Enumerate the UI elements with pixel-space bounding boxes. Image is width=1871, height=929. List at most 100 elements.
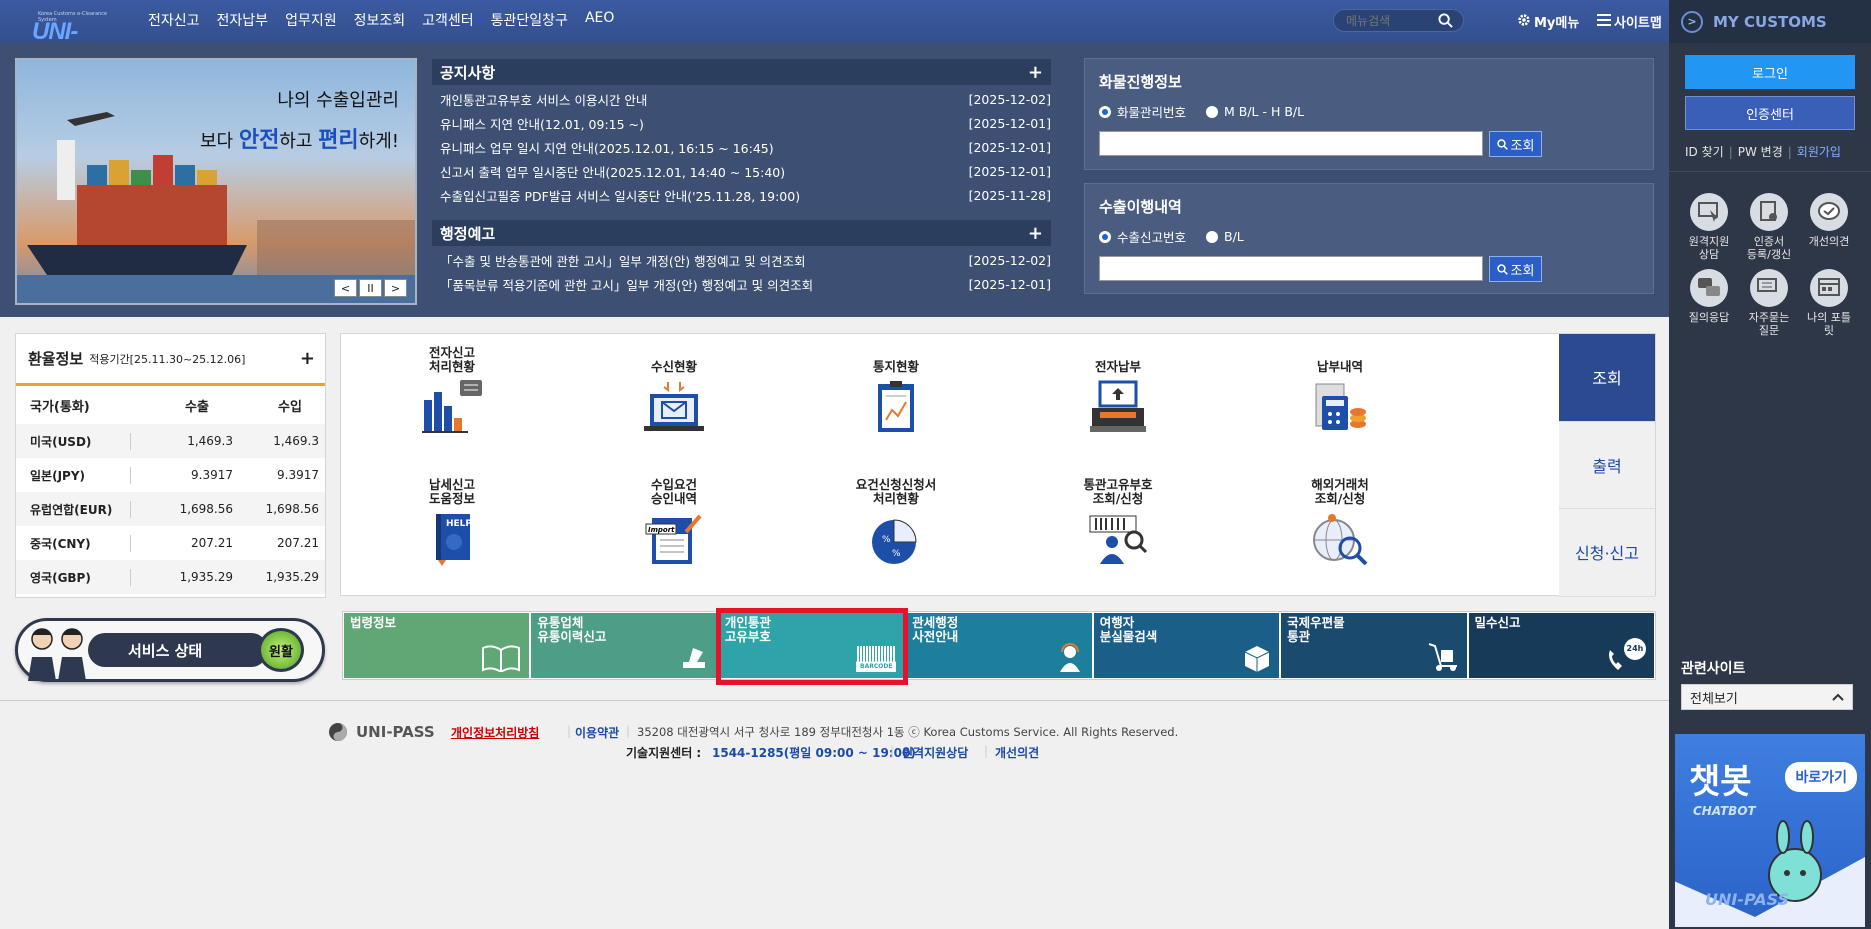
nav-item-aeo[interactable]: AEO	[585, 10, 614, 30]
signup-link[interactable]: 회원가입	[1797, 145, 1841, 159]
chatbot-go-button[interactable]: 바로가기	[1785, 762, 1857, 792]
nav-item-customer-center[interactable]: 고객센터	[422, 10, 474, 30]
remote-support-icon	[1698, 202, 1718, 222]
exchange-rate-more-button[interactable]: +	[300, 348, 315, 369]
svg-text:HELP: HELP	[446, 519, 472, 529]
rate-row: 중국(CNY) 207.21 207.21	[16, 526, 325, 560]
banner-next-button[interactable]: >	[384, 279, 407, 297]
tile-smuggling-report[interactable]: 밀수신고 24h	[1468, 613, 1654, 678]
tab-application[interactable]: 신청·신고	[1559, 509, 1655, 597]
admin-notice-header: 행정예고 +	[432, 220, 1051, 246]
qna-icon	[1698, 278, 1720, 296]
notice-item[interactable]: 개인통관고유부호 서비스 이용시간 안내 [2025-12-02]	[432, 87, 1051, 111]
service-receive-status[interactable]: 수신현황	[563, 334, 785, 465]
search-icon[interactable]	[1438, 13, 1453, 31]
exchange-rate-header: 환율정보 적용기간[25.11.30~25.12.06] +	[16, 334, 325, 386]
nav-item-e-payment[interactable]: 전자납부	[217, 10, 269, 30]
footer-logo: UNI-PASS	[328, 722, 435, 742]
open-book-icon	[482, 645, 521, 672]
quick-certificate[interactable]: 인증서 등록/갱신	[1739, 193, 1799, 261]
nav-item-single-window[interactable]: 통관단일창구	[491, 10, 568, 30]
notice-item[interactable]: 수출입신고필증 PDF발급 서비스 일시중단 안내('25.11.28, 19:…	[432, 183, 1051, 207]
export-number-input[interactable]	[1099, 256, 1483, 281]
privacy-policy-link[interactable]: 개인정보처리방침	[451, 724, 539, 741]
service-overseas-partner[interactable]: 해외거래처 조회/신청	[1229, 466, 1451, 597]
mymenu-link[interactable]: My메뉴	[1517, 12, 1579, 31]
chat-bubble-icon	[1818, 202, 1840, 220]
unipass-logo[interactable]: Korea Customs e-Clearance System UNI-PAS…	[16, 6, 118, 73]
radio-export-number[interactable]: 수출신고번호	[1099, 227, 1186, 246]
banner-prev-button[interactable]: <	[334, 279, 357, 297]
cargo-search-button[interactable]: 조회	[1489, 131, 1542, 157]
cert-center-button[interactable]: 인증센터	[1685, 96, 1855, 130]
quick-feedback[interactable]: 개선의견	[1799, 193, 1859, 261]
nav-item-e-declaration[interactable]: 전자신고	[148, 10, 200, 30]
quick-remote-support[interactable]: 원격지원 상담	[1679, 193, 1739, 261]
service-import-approval[interactable]: 수입요건 승인내역 Import	[563, 466, 785, 597]
chevron-right-icon[interactable]: >	[1681, 10, 1703, 33]
quick-qna[interactable]: 질의응답	[1679, 269, 1739, 337]
chevron-up-icon	[1832, 693, 1844, 701]
change-pw-link[interactable]: PW 변경	[1738, 145, 1783, 159]
chatbot-banner[interactable]: 챗봇 CHATBOT 바로가기 UNI-PASS	[1675, 734, 1865, 927]
quick-portlet[interactable]: 나의 포틀 릿	[1799, 269, 1859, 337]
export-search-button[interactable]: 조회	[1489, 256, 1542, 282]
staff-characters-icon	[20, 623, 100, 686]
admin-notice-item[interactable]: 「품목분류 적용기준에 관한 고시」일부 개정(안) 행정예고 및 의견조회 [2…	[432, 272, 1051, 296]
nav-item-work-support[interactable]: 업무지원	[285, 10, 337, 30]
atm-payment-icon	[1090, 380, 1146, 432]
headset-agent-icon	[1059, 643, 1080, 672]
feedback-link[interactable]: 개선의견	[995, 744, 1039, 761]
notice-item[interactable]: 유니패스 지연 안내(12.01, 09:15 ~) [2025-12-01]	[432, 111, 1051, 135]
account-links: ID 찾기 | PW 변경 | 회원가입	[1685, 145, 1841, 159]
remote-support-link[interactable]: 원격지원상담	[902, 744, 968, 761]
service-payment-history[interactable]: 납부내역	[1229, 334, 1451, 465]
terms-link[interactable]: 이용약관	[575, 724, 619, 741]
related-sites-select[interactable]: 전체보기	[1681, 684, 1853, 710]
service-tax-help[interactable]: 납세신고 도움정보 HELP	[341, 466, 563, 597]
service-requirement-application[interactable]: 요건신청신청서 처리현황 %%	[785, 466, 1007, 597]
sitemap-link[interactable]: 사이트맵	[1597, 12, 1662, 31]
bar-chart-icon	[422, 380, 482, 433]
admin-notice-item[interactable]: 「수출 및 반송통관에 관한 고시」일부 개정(안) 행정예고 및 의견조회 [2…	[432, 248, 1051, 272]
tile-intl-mail[interactable]: 국제우편물 통관	[1281, 613, 1467, 678]
tab-inquiry[interactable]: 조회	[1559, 334, 1655, 422]
radio-mbl-hbl[interactable]: M B/L - H B/L	[1206, 102, 1304, 121]
tile-lost-items[interactable]: 여행자 분실물검색	[1093, 613, 1280, 678]
admin-notice-more-button[interactable]: +	[1028, 223, 1043, 244]
banner-pause-button[interactable]: II	[359, 279, 382, 297]
service-customs-code[interactable]: 통관고유부호 조회/신청	[1007, 466, 1229, 597]
radio-bl[interactable]: B/L	[1206, 227, 1244, 246]
notice-item[interactable]: 신고서 출력 업무 일시중단 안내(2025.12.01, 14:40 ~ 15…	[432, 159, 1051, 183]
tech-support-phone: 1544-1285(평일 09:00 ~ 19:00)	[712, 746, 916, 760]
exchange-rate-panel: 환율정보 적용기간[25.11.30~25.12.06] + 국가(통화) 수출 수…	[15, 333, 326, 598]
chatbot-title: 챗봇	[1689, 762, 1752, 802]
service-status-indicator: 원활	[258, 628, 304, 672]
service-notice-status[interactable]: 통지현황	[785, 334, 1007, 465]
export-history-box: 수출이행내역 수출신고번호 B/L 조회	[1084, 183, 1654, 294]
hamburger-icon	[1597, 13, 1611, 30]
cargo-number-input[interactable]	[1099, 131, 1483, 156]
tile-customs-advance-notice[interactable]: 관세행정 사전안내	[906, 613, 1092, 678]
gear-icon	[1517, 13, 1531, 31]
my-customs-header[interactable]: > MY CUSTOMS	[1669, 0, 1871, 43]
quick-faq[interactable]: 자주묻는 질문	[1739, 269, 1799, 337]
service-e-declaration-status[interactable]: 전자신고 처리현황	[341, 334, 563, 465]
exchange-rate-period: 적용기간[25.11.30~25.12.06]	[89, 352, 246, 366]
cargo-tracking-box: 화물진행정보 화물관리번호 M B/L - H B/L 조회	[1084, 58, 1654, 170]
login-button[interactable]: 로그인	[1685, 55, 1855, 89]
radio-cargo-number[interactable]: 화물관리번호	[1099, 102, 1186, 121]
menu-search-input[interactable]	[1334, 10, 1434, 31]
notice-item[interactable]: 유니패스 업무 일시 지연 안내(2025.12.01, 16:15 ~ 16:…	[432, 135, 1051, 159]
service-e-payment[interactable]: 전자납부	[1007, 334, 1229, 465]
notice-more-button[interactable]: +	[1028, 62, 1043, 83]
rate-row: 유럽연합(EUR) 1,698.56 1,698.56	[16, 492, 325, 526]
tile-distribution-report[interactable]: 유통업체 유통이력신고	[531, 613, 717, 678]
nav-item-info-search[interactable]: 정보조회	[354, 10, 406, 30]
tile-law-info[interactable]: 법령정보	[344, 613, 530, 678]
banner-subline: 보다 안전하고 편리하게!	[200, 128, 399, 153]
find-id-link[interactable]: ID 찾기	[1685, 145, 1724, 159]
main-banner[interactable]: 나의 수출입관리 보다 안전하고 편리하게! < II >	[15, 58, 417, 305]
footer: UNI-PASS 개인정보처리방침 | 이용약관 | 35208 대전광역시 서…	[328, 722, 1228, 762]
tab-print[interactable]: 출력	[1559, 421, 1655, 510]
